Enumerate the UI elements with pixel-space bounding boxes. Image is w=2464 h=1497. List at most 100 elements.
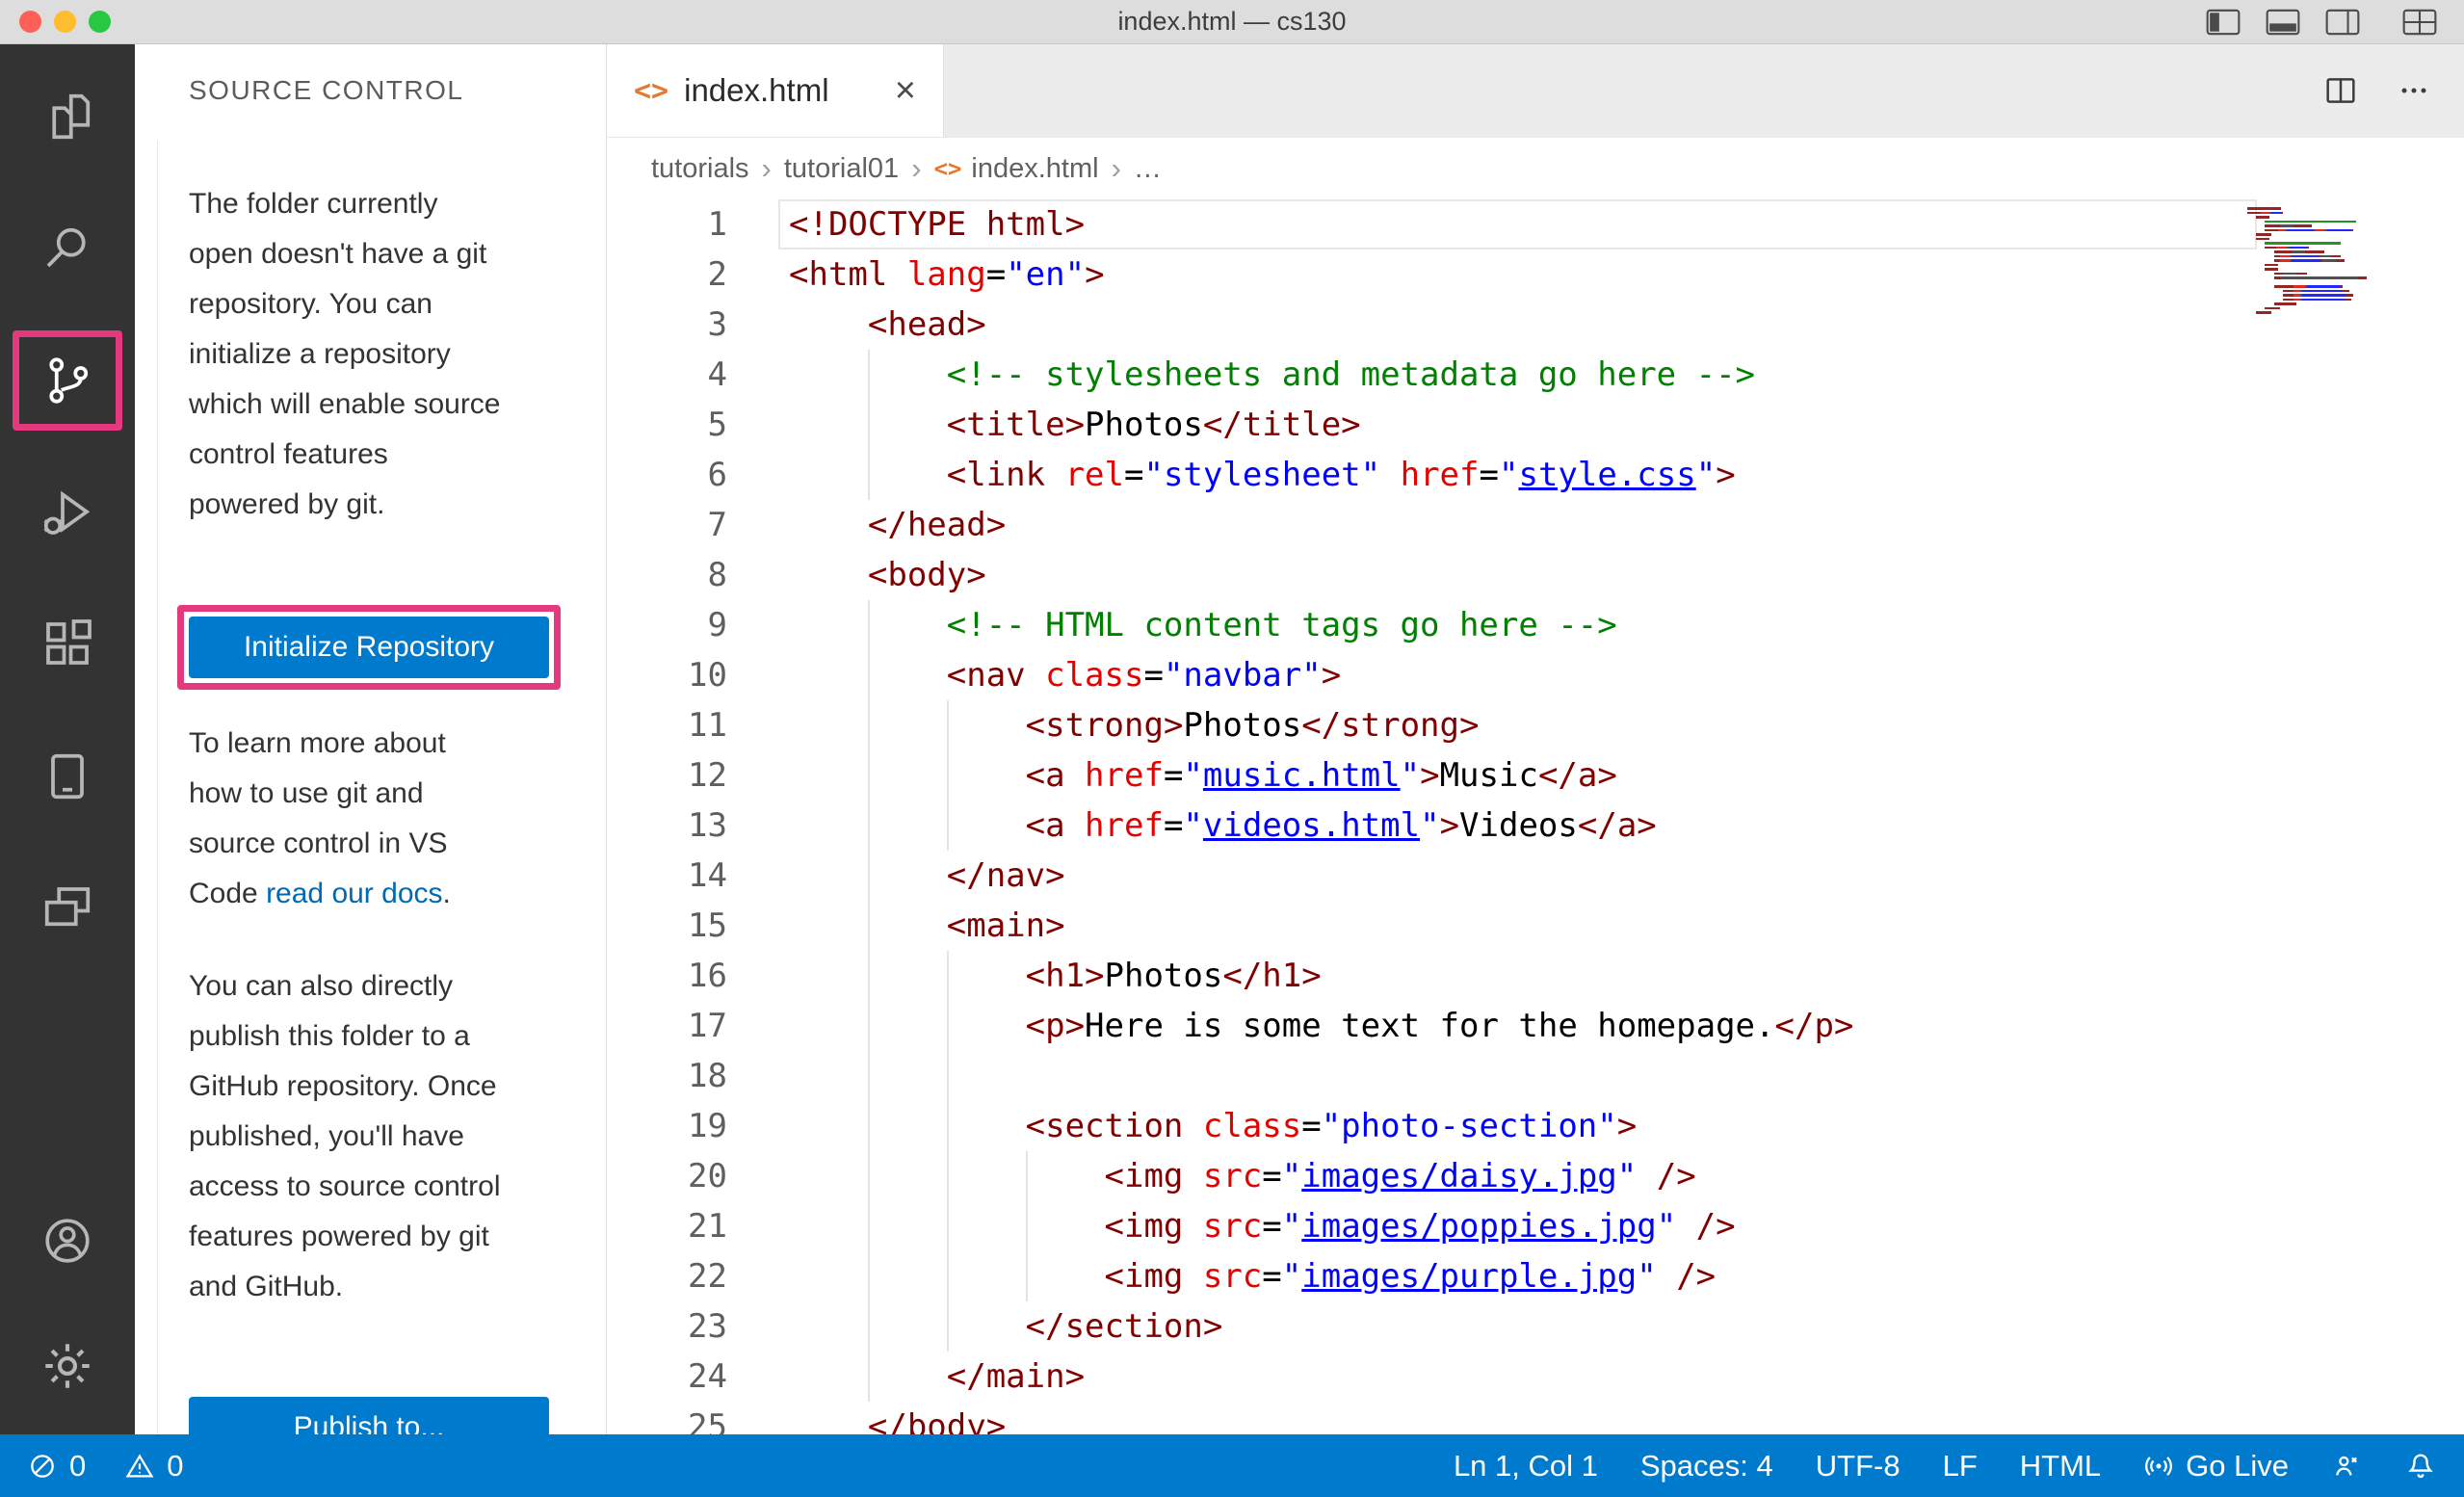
feedback-button[interactable]	[2331, 1451, 2362, 1482]
activity-source-control[interactable]	[0, 314, 135, 446]
breadcrumb-item-file[interactable]: index.html	[971, 153, 1098, 185]
problems-errors[interactable]: 0	[27, 1449, 86, 1484]
settings-button[interactable]	[0, 1303, 135, 1429]
more-actions-icon[interactable]	[2395, 71, 2433, 110]
line-number: 9	[607, 600, 727, 650]
code-token: <h1>	[1026, 957, 1105, 995]
source-control-branch-icon	[39, 352, 96, 409]
code-token: rel	[1065, 456, 1124, 494]
minimap-token	[2283, 290, 2294, 293]
code-token: "navbar"	[1164, 656, 1322, 695]
activity-extension-a[interactable]	[0, 710, 135, 842]
activity-extensions[interactable]	[0, 578, 135, 710]
zoom-window-button[interactable]	[89, 11, 111, 33]
code-editor[interactable]: 1<!DOCTYPE html>2<html lang="en">3 <head…	[607, 199, 2464, 1434]
minimap-line	[2247, 229, 2382, 232]
activity-run-debug[interactable]	[0, 446, 135, 578]
activity-explorer[interactable]	[0, 50, 135, 182]
indent-guide	[789, 801, 868, 851]
code-token: "en"	[1006, 255, 1085, 294]
code-token: </body>	[868, 1407, 1006, 1434]
code-link[interactable]: music.html	[1203, 756, 1401, 795]
minimize-window-button[interactable]	[54, 11, 76, 33]
minimap-token	[2307, 285, 2341, 288]
toggle-primary-sidebar-icon[interactable]	[2206, 9, 2241, 36]
customize-layout-icon[interactable]	[2402, 9, 2437, 36]
encoding-indicator[interactable]: UTF-8	[1816, 1449, 1900, 1484]
activity-search[interactable]	[0, 182, 135, 314]
code-line: 15 <main>	[607, 901, 2464, 951]
initialize-repository-button[interactable]: Initialize Repository	[189, 617, 549, 678]
language-mode-indicator[interactable]: HTML	[2020, 1449, 2101, 1484]
line-number: 17	[607, 1001, 727, 1051]
eol-indicator[interactable]: LF	[1943, 1449, 1978, 1484]
gear-icon	[39, 1338, 95, 1394]
problems-warnings[interactable]: 0	[124, 1449, 183, 1484]
publish-button[interactable]: Publish to...	[189, 1397, 549, 1434]
code-link[interactable]: images/purple.jpg	[1301, 1257, 1637, 1296]
code-line-content: <img src="images/poppies.jpg" />	[789, 1201, 1736, 1251]
minimap-token	[2296, 273, 2308, 276]
minimap-token	[2292, 259, 2294, 262]
minimap-token	[2322, 259, 2336, 262]
extensions-icon	[39, 616, 96, 673]
line-number: 5	[607, 400, 727, 450]
minimap-token	[2294, 224, 2311, 227]
code-token: />	[1657, 1257, 1716, 1296]
split-editor-icon[interactable]	[2321, 71, 2360, 110]
code-token: <img	[1105, 1157, 1203, 1195]
line-number: 8	[607, 550, 727, 600]
code-line: 20 <img src="images/daisy.jpg" />	[607, 1151, 2464, 1201]
minimap-token	[2292, 250, 2305, 253]
code-token: </main>	[947, 1357, 1085, 1396]
code-token: <!DOCTYPE html>	[789, 205, 1085, 244]
code-token: Photos	[1105, 957, 1223, 995]
account-icon	[39, 1213, 95, 1269]
status-problems[interactable]: 0 0	[27, 1449, 184, 1484]
minimap[interactable]	[2247, 207, 2382, 316]
minimap-token	[2331, 255, 2340, 258]
toggle-panel-icon[interactable]	[2266, 9, 2300, 36]
indent-guide	[1026, 1151, 1105, 1201]
breadcrumb-item-tutorials[interactable]: tutorials	[651, 153, 749, 185]
code-link[interactable]: images/daisy.jpg	[1301, 1157, 1617, 1195]
indent-guide	[947, 1051, 1026, 1101]
code-token: =	[1262, 1257, 1281, 1296]
minimap-token	[2307, 247, 2309, 250]
minimap-token	[2319, 259, 2320, 262]
notifications-button[interactable]	[2404, 1450, 2437, 1483]
go-live-button[interactable]: Go Live	[2143, 1449, 2289, 1484]
code-link[interactable]: images/poppies.jpg	[1301, 1207, 1656, 1246]
tab-index-html[interactable]: <> index.html ×	[607, 44, 944, 137]
read-our-docs-link[interactable]: read our docs	[266, 878, 442, 909]
breadcrumb-item-tutorial01[interactable]: tutorial01	[784, 153, 899, 185]
code-token: </strong>	[1301, 706, 1479, 745]
accounts-button[interactable]	[0, 1178, 135, 1303]
toggle-secondary-sidebar-icon[interactable]	[2325, 9, 2360, 36]
close-window-button[interactable]	[19, 11, 41, 33]
close-tab-icon[interactable]: ×	[895, 72, 916, 109]
indent-guide	[868, 1251, 947, 1301]
activity-extension-b[interactable]	[0, 842, 135, 974]
code-line-content: <html lang="en">	[789, 250, 1105, 300]
code-line-content: <nav class="navbar">	[789, 650, 1341, 700]
minimap-line	[2247, 311, 2382, 314]
minimap-token	[2290, 255, 2292, 258]
cursor-position[interactable]: Ln 1, Col 1	[1454, 1449, 1598, 1484]
minimap-token	[2274, 255, 2281, 258]
window-title: index.html — cs130	[1117, 7, 1346, 37]
titlebar[interactable]: index.html — cs130	[0, 0, 2464, 44]
minimap-token	[2305, 294, 2345, 297]
code-line: 17 <p>Here is some text for the homepage…	[607, 1001, 2464, 1051]
code-line: 1<!DOCTYPE html>	[607, 199, 2464, 250]
code-token: <!-- HTML content tags go here -->	[947, 606, 1617, 644]
code-line-content: </main>	[789, 1352, 1085, 1402]
code-token: class	[1203, 1107, 1301, 1145]
indentation-indicator[interactable]: Spaces: 4	[1640, 1449, 1773, 1484]
code-token: </nav>	[947, 856, 1065, 895]
breadcrumb-item-symbol[interactable]: …	[1134, 153, 1162, 185]
code-link[interactable]: videos.html	[1203, 806, 1420, 845]
code-token: <main>	[947, 906, 1065, 945]
code-link[interactable]: style.css	[1518, 456, 1695, 494]
editor-group: <> index.html × tutorials › tutorial01	[607, 44, 2464, 1434]
